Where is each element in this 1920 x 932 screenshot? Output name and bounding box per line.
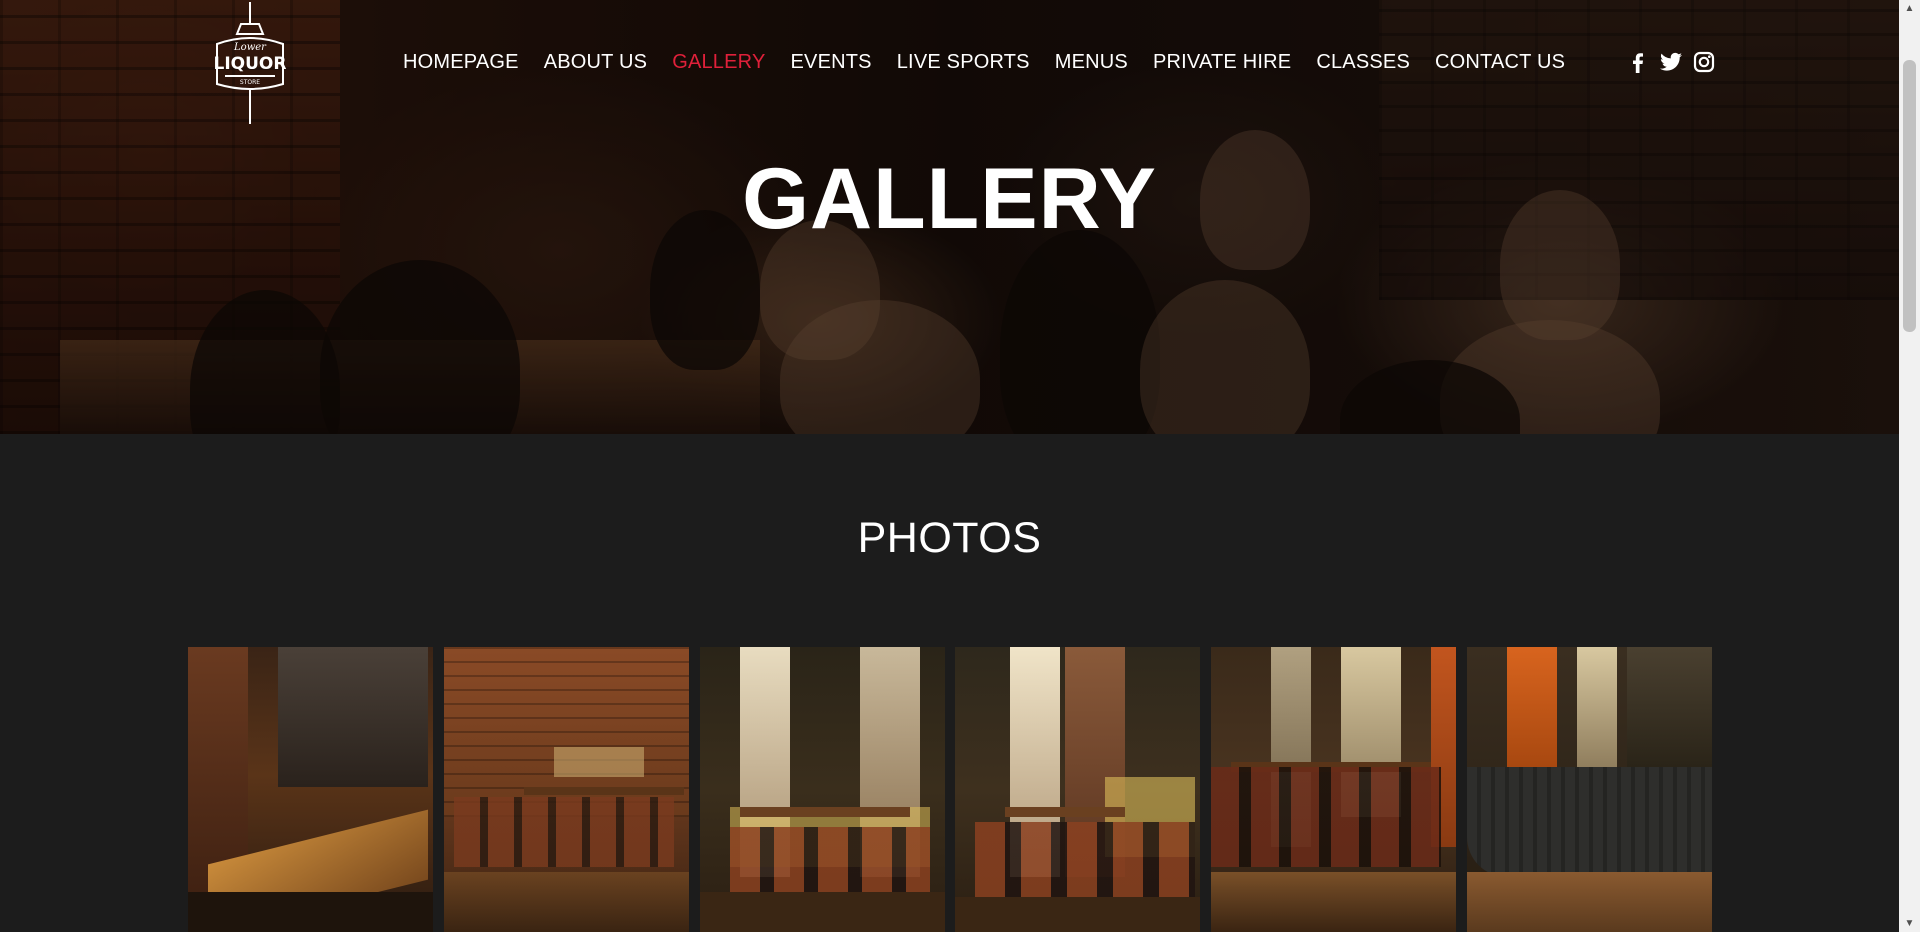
gallery-photo[interactable]	[1467, 647, 1712, 932]
twitter-icon[interactable]	[1658, 50, 1684, 74]
photo-curtain	[1507, 647, 1557, 767]
page-viewport: Lower LIQUOR STORE HOMEPAGE ABOUT US GAL…	[0, 0, 1899, 932]
photo-table	[1005, 807, 1125, 817]
photo-wall-light	[554, 747, 644, 777]
main-navigation: HOMEPAGE ABOUT US GALLERY EVENTS LIVE SP…	[403, 49, 1590, 75]
photo-chairs	[975, 822, 1195, 902]
photo-floor	[955, 897, 1200, 932]
gallery-photo[interactable]	[1211, 647, 1456, 932]
photo-table	[524, 787, 684, 795]
photos-heading: PHOTOS	[857, 514, 1042, 562]
nav-classes[interactable]: CLASSES	[1316, 49, 1410, 75]
svg-text:STORE: STORE	[240, 79, 260, 86]
facebook-icon[interactable]	[1626, 50, 1650, 74]
photo-floor	[700, 892, 945, 932]
photo-window	[1627, 647, 1712, 767]
gallery-photo[interactable]	[188, 647, 433, 932]
page-title: GALLERY	[742, 151, 1157, 247]
svg-text:Lower: Lower	[233, 42, 267, 53]
liquor-store-logo-icon[interactable]: Lower LIQUOR STORE	[211, 2, 289, 124]
hero-banner: Lower LIQUOR STORE HOMEPAGE ABOUT US GAL…	[0, 0, 1899, 434]
photo-floor	[444, 872, 689, 932]
nav-menus[interactable]: MENUS	[1055, 49, 1128, 75]
svg-text:LIQUOR: LIQUOR	[214, 54, 287, 74]
nav-gallery[interactable]: GALLERY	[672, 49, 765, 75]
nav-contact-us[interactable]: CONTACT US	[1435, 49, 1565, 75]
nav-live-sports[interactable]: LIVE SPORTS	[897, 49, 1030, 75]
nav-homepage[interactable]: HOMEPAGE	[403, 49, 519, 75]
photo-shelves	[278, 647, 428, 787]
photo-table	[740, 807, 910, 817]
photo-booth	[1467, 767, 1712, 877]
nav-private-hire[interactable]: PRIVATE HIRE	[1153, 49, 1291, 75]
photo-chairs	[730, 827, 930, 897]
photo-gallery	[188, 647, 1712, 932]
nav-about-us[interactable]: ABOUT US	[544, 49, 647, 75]
nav-events[interactable]: EVENTS	[791, 49, 872, 75]
instagram-icon[interactable]	[1692, 50, 1716, 74]
photo-floor	[1211, 872, 1456, 932]
scroll-up-arrow-icon[interactable]: ▲	[1899, 0, 1920, 17]
scrollbar-thumb[interactable]	[1903, 60, 1916, 332]
photo-chairs	[1211, 767, 1441, 867]
photo-floor	[1467, 872, 1712, 932]
photo-chairs	[454, 797, 674, 867]
scroll-down-arrow-icon[interactable]: ▼	[1899, 915, 1920, 932]
gallery-photo[interactable]	[700, 647, 945, 932]
gallery-photo[interactable]	[444, 647, 689, 932]
page-scrollbar[interactable]: ▲ ▼	[1899, 0, 1920, 932]
photo-window-frame	[1577, 647, 1617, 777]
photo-floor	[188, 892, 433, 932]
gallery-photo[interactable]	[955, 647, 1200, 932]
social-links	[1626, 50, 1716, 74]
